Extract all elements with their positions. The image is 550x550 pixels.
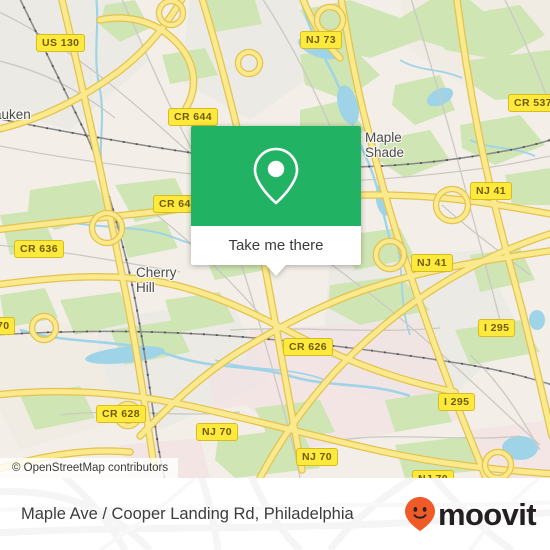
road-shield: CR 537: [508, 94, 550, 112]
road-shield: CR 636: [14, 240, 65, 258]
moovit-wordmark: moovit: [437, 496, 537, 532]
place-label: Cherry Hill: [136, 265, 177, 295]
moovit-smiley-pin-icon: [404, 497, 435, 531]
road-shield: CR 626: [283, 338, 334, 356]
road-shield: I 295: [478, 319, 516, 337]
map-canvas[interactable]: auken Maple Shade Cherry Hill US 130 NJ 73 C…: [0, 0, 550, 478]
footer-bar: Maple Ave / Cooper Landing Rd, Philadelp…: [0, 478, 550, 550]
map-pin-icon: [253, 147, 299, 205]
location-title: Maple Ave / Cooper Landing Rd, Philadelp…: [21, 504, 354, 523]
location-popup[interactable]: Take me there: [191, 126, 361, 276]
road-shield: I 295: [438, 393, 476, 411]
road-shield: NJ 70: [196, 423, 239, 441]
popup-action-label: Take me there: [228, 237, 324, 254]
map-attribution[interactable]: © OpenStreetMap contributors: [0, 458, 179, 478]
place-label: Maple Shade: [365, 130, 405, 160]
popup-tail: [265, 264, 287, 276]
popup-header: [191, 126, 361, 226]
road-shield: NJ 41: [411, 254, 454, 272]
road-shield: NJ 41: [470, 182, 513, 200]
road-shield: NJ 70: [412, 470, 455, 478]
road-shield: CR 644: [168, 108, 219, 126]
attribution-text: © OpenStreetMap contributors: [12, 462, 169, 474]
road-shield: CR 628: [96, 405, 147, 423]
road-shield: NJ 70: [296, 448, 339, 466]
road-shield: US 130: [36, 34, 86, 52]
place-label: auken: [0, 107, 31, 122]
map-screen: auken Maple Shade Cherry Hill US 130 NJ 73 C…: [0, 0, 550, 550]
road-shield: 70: [0, 317, 16, 335]
moovit-logo: moovit: [404, 496, 537, 532]
popup-action-button[interactable]: Take me there: [191, 226, 361, 265]
road-shield: NJ 73: [300, 31, 343, 49]
